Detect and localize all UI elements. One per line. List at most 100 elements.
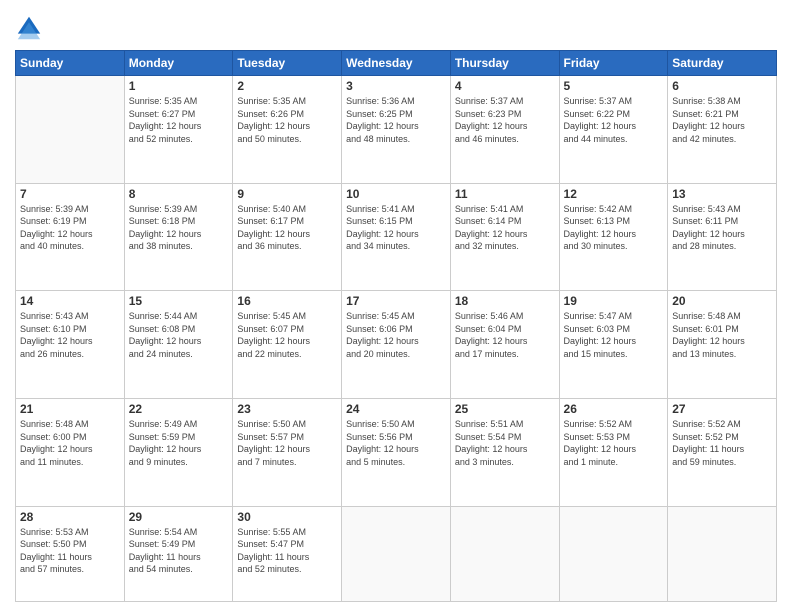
day-detail-line: Sunrise: 5:54 AM xyxy=(129,526,229,539)
day-detail-line: and 17 minutes. xyxy=(455,348,555,361)
day-detail-line: Daylight: 12 hours xyxy=(237,120,337,133)
calendar-cell: 16Sunrise: 5:45 AMSunset: 6:07 PMDayligh… xyxy=(233,291,342,399)
day-detail-line: and 52 minutes. xyxy=(129,133,229,146)
day-number: 29 xyxy=(129,510,229,524)
day-detail-line: and 40 minutes. xyxy=(20,240,120,253)
day-detail-line: Sunrise: 5:50 AM xyxy=(237,418,337,431)
day-detail-line: Sunset: 5:54 PM xyxy=(455,431,555,444)
day-detail-line: and 1 minute. xyxy=(564,456,664,469)
day-detail-line: and 48 minutes. xyxy=(346,133,446,146)
calendar-cell: 22 Sunrise: 5:49 AMSunset: 5:59 PMDayligh… xyxy=(124,398,233,506)
day-info: Sunrise: 5:48 AMSunset: 6:01 PMDaylight:… xyxy=(672,310,772,360)
day-number: 1 xyxy=(129,79,229,93)
day-detail-line: Sunset: 6:22 PM xyxy=(564,108,664,121)
day-detail-line: Sunset: 5:53 PM xyxy=(564,431,664,444)
day-detail-line: Daylight: 12 hours xyxy=(672,120,772,133)
day-number: 10 xyxy=(346,187,446,201)
day-detail-line: Sunrise: 5:45 AM xyxy=(237,310,337,323)
day-detail-line: Sunset: 5:59 PM xyxy=(129,431,229,444)
day-detail-line: Daylight: 11 hours xyxy=(237,551,337,564)
day-info: Sunrise: 5:55 AMSunset: 5:47 PMDaylight:… xyxy=(237,526,337,576)
day-detail-line: Daylight: 12 hours xyxy=(346,443,446,456)
day-number: 15 xyxy=(129,294,229,308)
day-info: Sunrise: 5:47 AMSunset: 6:03 PMDaylight:… xyxy=(564,310,664,360)
day-detail-line: Sunset: 6:10 PM xyxy=(20,323,120,336)
day-detail-line: Daylight: 12 hours xyxy=(346,120,446,133)
day-info: Sunrise: 5:52 AMSunset: 5:53 PMDaylight:… xyxy=(564,418,664,468)
day-detail-line: and 30 minutes. xyxy=(564,240,664,253)
day-info: Sunrise: 5:39 AMSunset: 6:19 PMDaylight:… xyxy=(20,203,120,253)
day-detail-line: Sunset: 6:01 PM xyxy=(672,323,772,336)
day-detail-line: Sunset: 6:27 PM xyxy=(129,108,229,121)
day-detail-line: and 7 minutes. xyxy=(237,456,337,469)
day-detail-line: and 13 minutes. xyxy=(672,348,772,361)
day-detail-line: Sunrise: 5:38 AM xyxy=(672,95,772,108)
calendar-cell: 1 Sunrise: 5:35 AMSunset: 6:27 PMDaylight… xyxy=(124,76,233,184)
day-detail-line: Daylight: 11 hours xyxy=(129,551,229,564)
day-detail-line: Sunrise: 5:35 AM xyxy=(129,95,229,108)
calendar-cell: 30Sunrise: 5:55 AMSunset: 5:47 PMDayligh… xyxy=(233,506,342,601)
day-detail-line: Sunset: 6:17 PM xyxy=(237,215,337,228)
weekday-header-friday: Friday xyxy=(559,51,668,76)
day-info: Sunrise: 5:37 AMSunset: 6:22 PMDaylight:… xyxy=(564,95,664,145)
logo xyxy=(15,14,45,42)
day-detail-line: Sunset: 6:25 PM xyxy=(346,108,446,121)
day-detail-line: and 59 minutes. xyxy=(672,456,772,469)
day-detail-line: Sunset: 5:52 PM xyxy=(672,431,772,444)
day-detail-line: and 36 minutes. xyxy=(237,240,337,253)
calendar-cell: 2Sunrise: 5:35 AMSunset: 6:26 PMDaylight… xyxy=(233,76,342,184)
day-detail-line: Sunset: 5:50 PM xyxy=(20,538,120,551)
day-detail-line: Daylight: 12 hours xyxy=(455,120,555,133)
day-detail-line: Sunrise: 5:36 AM xyxy=(346,95,446,108)
day-detail-line: and 32 minutes. xyxy=(455,240,555,253)
day-detail-line: Sunset: 6:00 PM xyxy=(20,431,120,444)
day-detail-line: Daylight: 12 hours xyxy=(564,228,664,241)
day-detail-line: Sunset: 6:06 PM xyxy=(346,323,446,336)
day-info: Sunrise: 5:43 AMSunset: 6:11 PMDaylight:… xyxy=(672,203,772,253)
day-detail-line: Daylight: 12 hours xyxy=(237,335,337,348)
header xyxy=(15,10,777,42)
day-number: 11 xyxy=(455,187,555,201)
day-detail-line: Daylight: 12 hours xyxy=(672,228,772,241)
logo-icon xyxy=(15,14,43,42)
calendar-cell: 17Sunrise: 5:45 AMSunset: 6:06 PMDayligh… xyxy=(342,291,451,399)
day-detail-line: and 22 minutes. xyxy=(237,348,337,361)
day-detail-line: and 44 minutes. xyxy=(564,133,664,146)
weekday-header-tuesday: Tuesday xyxy=(233,51,342,76)
day-detail-line: Sunrise: 5:43 AM xyxy=(20,310,120,323)
calendar-cell: 12Sunrise: 5:42 AMSunset: 6:13 PMDayligh… xyxy=(559,183,668,291)
day-detail-line: and 24 minutes. xyxy=(129,348,229,361)
day-detail-line: and 57 minutes. xyxy=(20,563,120,576)
day-detail-line: and 9 minutes. xyxy=(129,456,229,469)
day-number: 22 xyxy=(129,402,229,416)
day-detail-line: Sunset: 6:07 PM xyxy=(237,323,337,336)
day-detail-line: Daylight: 12 hours xyxy=(129,120,229,133)
day-info: Sunrise: 5:49 AMSunset: 5:59 PMDaylight:… xyxy=(129,418,229,468)
day-number: 6 xyxy=(672,79,772,93)
calendar-cell: 9Sunrise: 5:40 AMSunset: 6:17 PMDaylight… xyxy=(233,183,342,291)
day-detail-line: Sunrise: 5:50 AM xyxy=(346,418,446,431)
day-detail-line: Sunset: 6:13 PM xyxy=(564,215,664,228)
day-detail-line: Sunrise: 5:46 AM xyxy=(455,310,555,323)
day-info: Sunrise: 5:43 AMSunset: 6:10 PMDaylight:… xyxy=(20,310,120,360)
day-info: Sunrise: 5:46 AMSunset: 6:04 PMDaylight:… xyxy=(455,310,555,360)
day-detail-line: Daylight: 12 hours xyxy=(20,335,120,348)
day-number: 24 xyxy=(346,402,446,416)
day-detail-line: Daylight: 11 hours xyxy=(20,551,120,564)
day-info: Sunrise: 5:54 AMSunset: 5:49 PMDaylight:… xyxy=(129,526,229,576)
day-detail-line: and 54 minutes. xyxy=(129,563,229,576)
calendar-cell: 5Sunrise: 5:37 AMSunset: 6:22 PMDaylight… xyxy=(559,76,668,184)
day-detail-line: Sunrise: 5:45 AM xyxy=(346,310,446,323)
day-detail-line: and 52 minutes. xyxy=(237,563,337,576)
day-number: 28 xyxy=(20,510,120,524)
day-detail-line: Sunrise: 5:41 AM xyxy=(346,203,446,216)
day-detail-line: and 5 minutes. xyxy=(346,456,446,469)
day-number: 25 xyxy=(455,402,555,416)
day-detail-line: and 42 minutes. xyxy=(672,133,772,146)
day-detail-line: Daylight: 12 hours xyxy=(564,120,664,133)
calendar-week-3: 21Sunrise: 5:48 AMSunset: 6:00 PMDayligh… xyxy=(16,398,777,506)
day-detail-line: and 46 minutes. xyxy=(455,133,555,146)
day-detail-line: and 20 minutes. xyxy=(346,348,446,361)
day-detail-line: Sunrise: 5:53 AM xyxy=(20,526,120,539)
day-detail-line: Sunset: 5:47 PM xyxy=(237,538,337,551)
